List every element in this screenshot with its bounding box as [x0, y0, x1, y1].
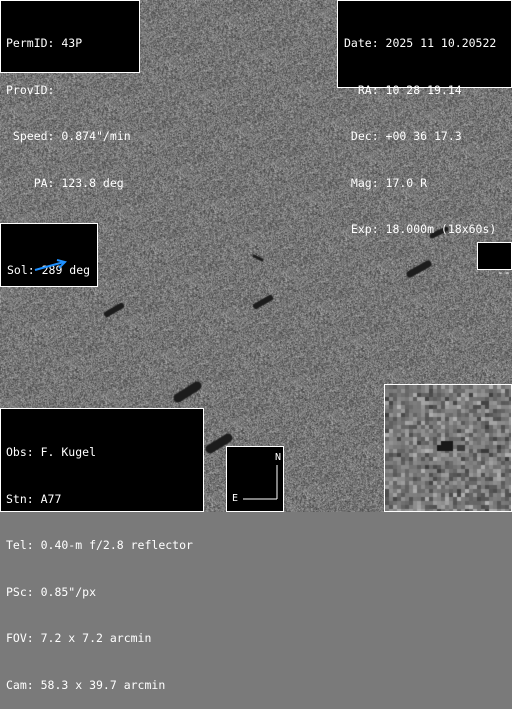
exposure-info-panel: Date: 2025 11 10.20522 RA: 10 28 19.14 D… [337, 0, 512, 236]
sun-direction-arrow-icon [34, 259, 67, 271]
observer-label: Obs: F. Kugel [6, 445, 97, 459]
compass-panel: N E [226, 446, 284, 512]
magnitude-label: Mag: 17.0 R [344, 175, 428, 190]
sun-direction-panel: Sol: 289 deg [0, 223, 98, 287]
station-label: Stn: A77 [6, 491, 62, 506]
provid-label: ProvID: [6, 82, 55, 97]
ra-label: RA: 10 28 19.14 [344, 82, 462, 97]
camera-label: Cam: 58.3 x 39.7 arcmin [6, 677, 166, 692]
target-zoom-inset [384, 384, 512, 512]
field-of-view-label: FOV: 7.2 x 7.2 arcmin [6, 631, 152, 645]
zoomed-target-image [385, 385, 511, 511]
telescope-label: Tel: 0.40-m f/2.8 reflector [6, 538, 193, 552]
exposure-label: Exp: 18.000m (18x60s) [344, 222, 497, 236]
observer-info-panel: Obs: F. Kugel Stn: A77 Tel: 0.40-m f/2.8… [0, 408, 204, 692]
motion-indicator-panel: --- [477, 242, 512, 279]
object-id-panel: PermID: 43P ProvID: Speed: 0.874"/min PA… [0, 0, 140, 190]
speed-label: Speed: 0.874"/min [6, 129, 131, 143]
pixel-scale-label: PSc: 0.85"/px [6, 584, 97, 599]
motion-indicator-label: --- [496, 264, 512, 279]
permid-label: PermID: 43P [6, 36, 83, 50]
north-label: N [275, 452, 282, 463]
date-label: Date: 2025 11 10.20522 [344, 36, 497, 50]
dec-label: Dec: +00 36 17.3 [344, 129, 462, 143]
position-angle-label: PA: 123.8 deg [6, 175, 124, 190]
east-label: E [232, 493, 239, 504]
